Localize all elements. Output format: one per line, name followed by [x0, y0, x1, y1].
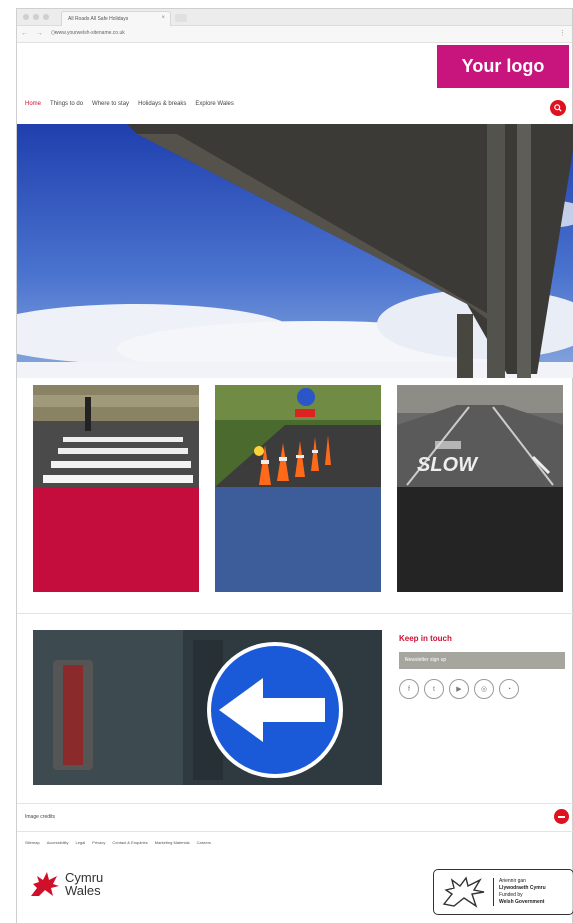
minimize-window-icon[interactable] — [33, 14, 39, 20]
section-divider — [17, 803, 573, 804]
window-controls — [23, 14, 49, 20]
browser-window: All Roads All Safe Holidays × ← → ⟳ www.… — [16, 8, 573, 923]
footer-links: Sitemap Accessibility Legal Privacy Cont… — [25, 840, 211, 845]
image-credits-toggle[interactable] — [554, 809, 569, 824]
social-links: f t ▶ ◎ ◔ — [399, 679, 519, 699]
nav-item-things-to-do[interactable]: Things to do — [50, 101, 83, 107]
footer-link-legal[interactable]: Legal — [75, 840, 85, 845]
gov-line-1: Ariennir gan — [499, 878, 526, 884]
svg-text:SLOW: SLOW — [417, 454, 479, 476]
footer-link-careers[interactable]: Careers — [197, 840, 211, 845]
collapse-icon — [558, 815, 565, 818]
feature-card-panel — [215, 487, 381, 592]
rss-icon[interactable]: ◔ — [499, 679, 519, 699]
browser-menu-icon[interactable]: ⋮ — [559, 29, 566, 37]
nav-item-where-to-stay[interactable]: Where to stay — [92, 101, 129, 107]
section-divider — [17, 831, 573, 832]
nav-item-holidays[interactable]: Holidays & breaks — [138, 101, 186, 107]
close-window-icon[interactable] — [23, 14, 29, 20]
newsletter-signup-button[interactable]: Newsletter sign up › — [399, 652, 565, 669]
slow-road-image: SLOW — [397, 385, 563, 487]
new-tab-button[interactable] — [175, 14, 187, 22]
dragon-logo-icon — [31, 872, 59, 896]
welsh-government-text: Ariennir gan Llywodraeth Cymru Funded by… — [493, 878, 546, 906]
cymru-wales-brand[interactable]: Cymru Wales — [29, 870, 103, 898]
gov-line-2: Llywodraeth Cymru — [499, 885, 546, 891]
footer-link-privacy[interactable]: Privacy — [92, 840, 105, 845]
keep-in-touch-title: Keep in touch — [399, 634, 452, 643]
gov-line-3: Funded by — [499, 892, 523, 898]
footer-link-marketing[interactable]: Marketing Materials — [155, 840, 190, 845]
feature-card-panel — [397, 487, 563, 592]
hero-image — [17, 124, 573, 378]
brand-text: Cymru Wales — [65, 871, 103, 897]
navigation-arrows-icon[interactable]: ← → ⟳ — [21, 29, 60, 37]
footer-link-sitemap[interactable]: Sitemap — [25, 840, 40, 845]
nav-item-explore-wales[interactable]: Explore Wales — [195, 101, 233, 107]
keep-left-sign-image — [33, 630, 382, 785]
tab-close-icon[interactable]: × — [161, 15, 165, 21]
twitter-icon[interactable]: t — [424, 679, 444, 699]
image-credits-label[interactable]: Image credits — [25, 814, 55, 820]
footer-link-contact[interactable]: Contact & Enquiries — [112, 840, 147, 845]
url-field[interactable]: www.yourwelsh-sitename.co.uk — [55, 30, 125, 36]
tab-title: All Roads All Safe Holidays — [68, 16, 129, 22]
facebook-icon[interactable]: f — [399, 679, 419, 699]
footer-link-accessibility[interactable]: Accessibility — [47, 840, 69, 845]
address-bar: ← → ⟳ www.yourwelsh-sitename.co.uk ⋮ — [17, 26, 572, 43]
tab-bar: All Roads All Safe Holidays × — [17, 9, 572, 26]
search-button[interactable] — [550, 100, 566, 116]
instagram-icon[interactable]: ◎ — [474, 679, 494, 699]
feature-card-1[interactable] — [33, 385, 199, 592]
feature-card-panel — [33, 487, 199, 592]
welsh-government-dragon-icon — [442, 876, 485, 908]
search-icon — [554, 104, 562, 112]
chevron-right-icon: › — [405, 657, 407, 663]
nav-item-home[interactable]: Home — [25, 101, 41, 107]
site-logo[interactable]: Your logo — [437, 45, 569, 88]
feature-card-2[interactable] — [215, 385, 381, 592]
feature-card-3[interactable]: SLOW — [397, 385, 563, 592]
browser-tab[interactable]: All Roads All Safe Holidays × — [61, 11, 171, 26]
section-divider — [17, 613, 573, 614]
youtube-icon[interactable]: ▶ — [449, 679, 469, 699]
welsh-government-badge[interactable]: Ariennir gan Llywodraeth Cymru Funded by… — [433, 869, 573, 915]
zebra-crossing-image — [33, 385, 199, 487]
maximize-window-icon[interactable] — [43, 14, 49, 20]
gov-line-4: Welsh Government — [499, 899, 545, 905]
main-navigation: Home Things to do Where to stay Holidays… — [25, 101, 234, 107]
brand-wales: Wales — [65, 883, 101, 898]
roadworks-image — [215, 385, 381, 487]
